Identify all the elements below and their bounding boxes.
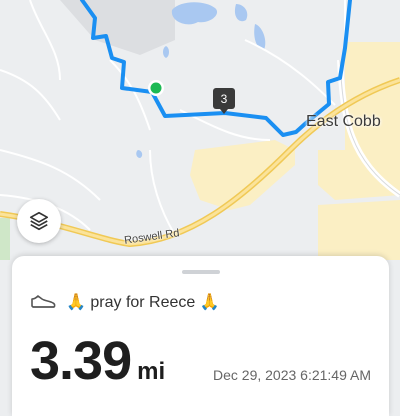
start-point[interactable] bbox=[150, 82, 162, 94]
lap-marker[interactable]: 3 bbox=[213, 88, 235, 114]
activity-name: 🙏 pray for Reece 🙏 bbox=[66, 294, 220, 311]
distance-value: 3.39 bbox=[30, 331, 132, 391]
commercial-area bbox=[318, 200, 400, 260]
activity-summary-sheet[interactable]: 🙏 pray for Reece 🙏 3.39 mi Dec 29, 2023 … bbox=[12, 256, 389, 416]
drag-handle[interactable] bbox=[182, 270, 220, 274]
shoe-icon bbox=[31, 295, 56, 308]
map-layers-button[interactable] bbox=[17, 199, 61, 243]
distance: 3.39 mi bbox=[30, 330, 165, 392]
place-label: East Cobb bbox=[306, 113, 381, 130]
activity-timestamp: Dec 29, 2023 6:21:49 AM bbox=[213, 367, 371, 383]
distance-unit: mi bbox=[137, 358, 166, 385]
layers-icon bbox=[29, 211, 49, 231]
activity-title-row: 🙏 pray for Reece 🙏 bbox=[30, 292, 220, 312]
park-area bbox=[0, 218, 10, 260]
